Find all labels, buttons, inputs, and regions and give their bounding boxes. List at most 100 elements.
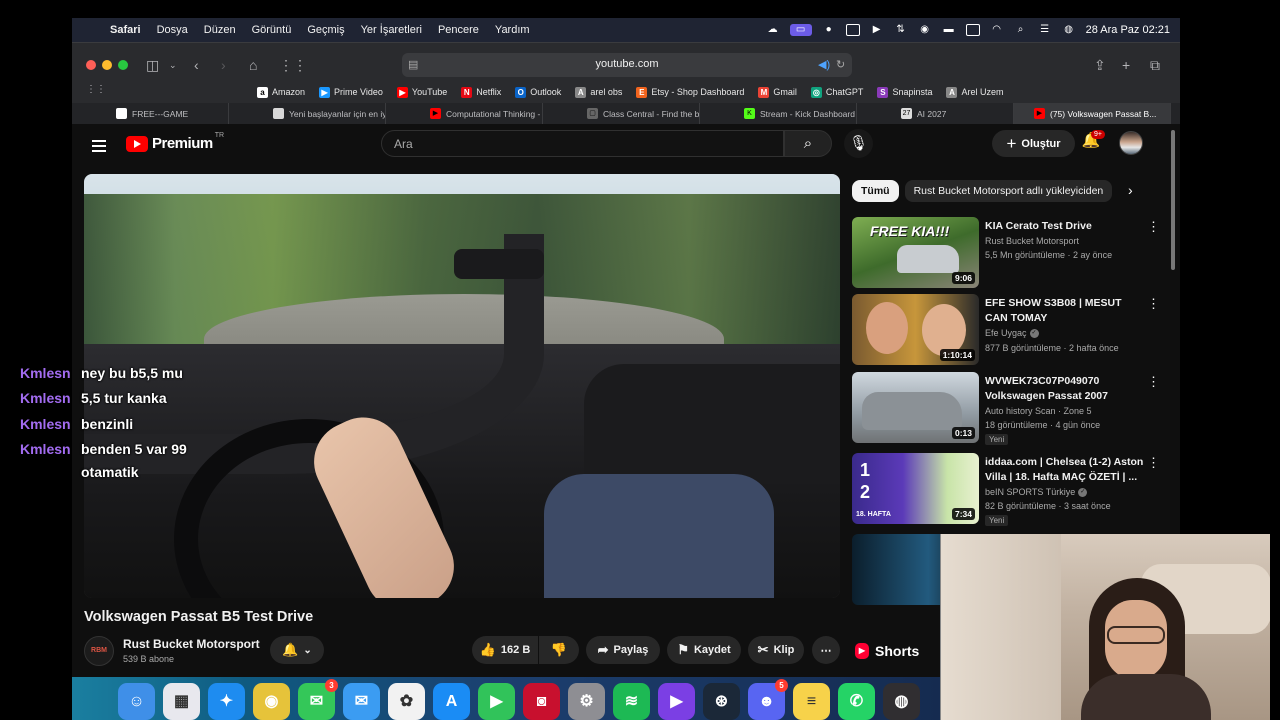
chip-from-uploader[interactable]: Rust Bucket Motorsport adlı yükleyiciden: [904, 180, 1113, 202]
favorite-arel[interactable]: Aarel obs: [575, 86, 622, 98]
browser-tab[interactable]: ▶ Computational Thinking - CS...: [386, 103, 543, 124]
recommendation-item[interactable]: 1:10:14 EFE SHOW S3B08 | MESUT CAN TOMAY…: [852, 294, 1162, 368]
battery-icon[interactable]: [965, 24, 980, 36]
recommendation-channel[interactable]: Auto history Scan · Zone 5: [985, 404, 1092, 418]
record-icon[interactable]: ●: [822, 24, 836, 36]
obs-icon[interactable]: ◍: [883, 683, 920, 720]
control-center-icon[interactable]: ☰: [1038, 24, 1052, 36]
apps-grid-icon[interactable]: ⋮⋮: [279, 57, 307, 73]
browser-tab[interactable]: ▶ (75) Volkswagen Passat B...: [1014, 103, 1171, 124]
recommendation-channel[interactable]: beIN SPORTS Türkiye ✓: [985, 485, 1088, 499]
user-circle-icon[interactable]: ◉: [918, 24, 932, 36]
favorites-grid-icon[interactable]: ⋮⋮: [86, 82, 106, 98]
siri-icon[interactable]: ◍: [1062, 24, 1076, 36]
screen-mirror-icon[interactable]: ▭: [789, 24, 812, 36]
tab-overview-icon[interactable]: ⧉: [1150, 57, 1160, 73]
recommendation-item[interactable]: FREE KIA!!! 9:06 KIA Cerato Test Drive R…: [852, 217, 1162, 291]
menu-window[interactable]: Pencere: [430, 24, 487, 36]
menu-clock[interactable]: 28 Ara Paz 02:21: [1086, 24, 1170, 36]
audio-settings-icon[interactable]: ⇅: [894, 24, 908, 36]
menu-icon[interactable]: [92, 137, 106, 155]
scrollbar-thumb[interactable]: [1171, 130, 1175, 270]
create-button[interactable]: + Oluştur: [992, 130, 1075, 157]
more-vertical-icon[interactable]: ⋮: [1147, 219, 1160, 235]
address-bar[interactable]: ▤ youtube.com ◀) ↻: [402, 53, 852, 77]
share-icon[interactable]: ⇪: [1094, 57, 1106, 73]
chip-all[interactable]: Tümü: [852, 180, 899, 202]
search-input[interactable]: Ara: [381, 130, 784, 157]
recommendation-title[interactable]: WVWEK73C07P049070 Volkswagen Passat 2007: [985, 374, 1145, 404]
share-button[interactable]: ➦ Paylaş: [586, 636, 660, 664]
video-thumbnail[interactable]: 0:13: [852, 372, 979, 443]
launchpad-icon[interactable]: ▦: [163, 683, 200, 720]
channel-name[interactable]: Rust Bucket Motorsport: [123, 637, 260, 651]
chrome-icon[interactable]: ◉: [253, 683, 290, 720]
favorite-etsy[interactable]: E Etsy - Shop Dashboard: [636, 86, 744, 98]
photos-icon[interactable]: ✿: [388, 683, 425, 720]
finder-icon[interactable]: ☺: [118, 683, 155, 720]
more-vertical-icon[interactable]: ⋮: [1147, 296, 1160, 312]
favorite-gmail[interactable]: M Gmail: [758, 86, 797, 98]
shorts-header[interactable]: ▶ Shorts: [855, 643, 919, 659]
favorite-snapinsta[interactable]: S Snapinsta: [877, 86, 932, 98]
video-player[interactable]: [84, 174, 840, 598]
clip-button[interactable]: ✂ Klip: [748, 636, 804, 664]
home-icon[interactable]: ⌂: [249, 57, 257, 73]
youtube-premium-logo[interactable]: Premium TR: [126, 132, 224, 152]
recommendation-title[interactable]: iddaa.com | Chelsea (1-2) Aston Villa | …: [985, 455, 1145, 485]
whatsapp-icon[interactable]: ✆: [838, 683, 875, 720]
search-button[interactable]: ⌕: [784, 130, 832, 157]
steam-icon[interactable]: ⊛: [703, 683, 740, 720]
favorite-arel-uzem[interactable]: A Arel Uzem: [946, 86, 1003, 98]
menu-view[interactable]: Görüntü: [244, 24, 300, 36]
browser-tab[interactable]: K Stream - Kick Dashboard: [700, 103, 857, 124]
spotlight-search-icon[interactable]: ⌕: [1014, 24, 1028, 36]
recommendation-channel[interactable]: Efe Uygaç ✓: [985, 326, 1039, 340]
browser-tab[interactable]: 27 AI 2027: [857, 103, 1014, 124]
notifications-icon[interactable]: 🔔 9+: [1080, 130, 1105, 155]
zoom-window-button[interactable]: [118, 60, 128, 70]
recommendation-title[interactable]: KIA Cerato Test Drive: [985, 219, 1145, 234]
favorite-prime-video[interactable]: ▶ Prime Video: [319, 86, 383, 98]
subscription-bell-button[interactable]: 🔔 ⌄: [270, 636, 324, 664]
voice-search-icon[interactable]: 🎙: [844, 129, 873, 158]
notes-icon[interactable]: ≡: [793, 683, 830, 720]
channel-avatar[interactable]: RBM: [84, 636, 114, 666]
favorite-outlook[interactable]: O Outlook: [515, 86, 561, 98]
cloud-status-icon[interactable]: ☁: [766, 24, 780, 36]
menu-help[interactable]: Yardım: [487, 24, 538, 36]
display-icon[interactable]: [845, 24, 860, 36]
sidebar-toggle-icon[interactable]: ◫: [146, 57, 159, 73]
avatar[interactable]: [1119, 131, 1143, 155]
recommendation-item[interactable]: 0:13 WVWEK73C07P049070 Volkswagen Passat…: [852, 372, 1162, 446]
favorite-youtube[interactable]: ▶ YouTube: [396, 86, 447, 98]
chevron-right-icon[interactable]: ›: [1128, 182, 1133, 198]
favorite-netflix[interactable]: N Netflix: [461, 86, 501, 98]
messages-icon[interactable]: ✉ 3: [298, 679, 338, 720]
browser-tab[interactable]: Yeni başlayanlar için en iyi AI...: [229, 103, 386, 124]
new-tab-icon[interactable]: +: [1122, 57, 1130, 73]
system-settings-icon[interactable]: ⚙: [568, 683, 605, 720]
mail-icon[interactable]: ✉: [343, 683, 380, 720]
chevron-down-icon[interactable]: ⌄: [169, 57, 177, 73]
minimize-window-button[interactable]: [102, 60, 112, 70]
play-circle-icon[interactable]: ▶: [870, 24, 884, 36]
recommendation-title[interactable]: EFE SHOW S3B08 | MESUT CAN TOMAY: [985, 296, 1145, 326]
browser-tab[interactable]: FREE---GAME: [72, 103, 229, 124]
app-store-icon[interactable]: A: [433, 683, 470, 720]
safari-icon[interactable]: ✦: [208, 683, 245, 720]
menu-edit[interactable]: Düzen: [196, 24, 244, 36]
menu-app-name[interactable]: Safari: [102, 24, 149, 36]
favorite-chatgpt[interactable]: ◎ ChatGPT: [810, 86, 863, 98]
recommendation-item[interactable]: 1 2 18. HAFTA 7:34 iddaa.com | Chelsea (…: [852, 453, 1162, 527]
video-thumbnail[interactable]: 1 2 18. HAFTA 7:34: [852, 453, 979, 524]
back-icon[interactable]: ‹: [194, 57, 199, 73]
save-button[interactable]: ⚑ Kaydet: [667, 636, 741, 664]
wifi-icon[interactable]: ◠: [990, 24, 1004, 36]
reload-icon[interactable]: ↻: [836, 58, 845, 71]
facetime-icon[interactable]: ▶: [478, 683, 515, 720]
browser-tab[interactable]: ▢ Class Central - Find the best...: [543, 103, 700, 124]
spotify-icon[interactable]: ≋: [613, 683, 650, 720]
like-button[interactable]: 👍 162 B: [472, 636, 538, 664]
close-window-button[interactable]: [86, 60, 96, 70]
